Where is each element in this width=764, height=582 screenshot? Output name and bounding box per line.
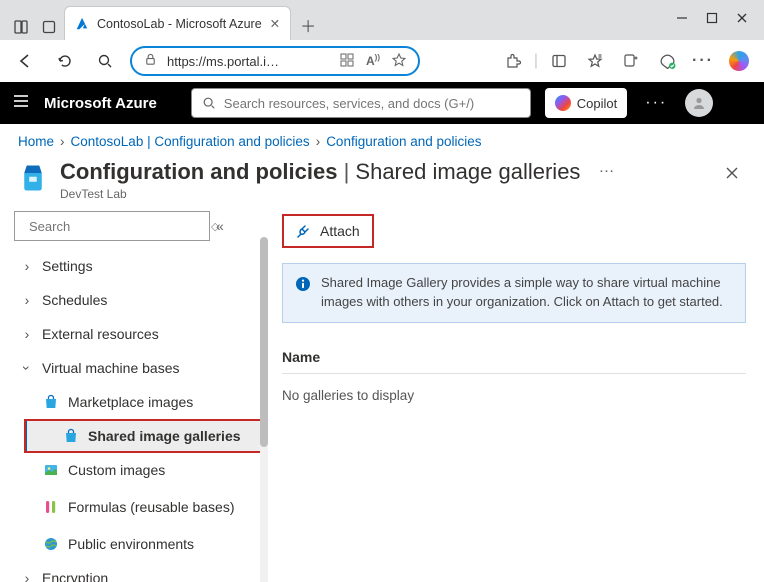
workspaces-icon[interactable]: [8, 14, 34, 40]
chevron-right-icon: ›: [20, 327, 34, 341]
collections-icon[interactable]: [36, 14, 62, 40]
sidebar-item-encryption[interactable]: ›Encryption: [14, 561, 268, 582]
sidebar-item-public-environments[interactable]: Public environments: [38, 527, 268, 561]
test-tubes-icon: [42, 498, 60, 516]
global-search-input[interactable]: [224, 96, 520, 111]
favorites-bar-icon[interactable]: [580, 46, 610, 76]
back-button[interactable]: [10, 46, 40, 76]
copilot-icon: [555, 95, 571, 111]
page-title: Configuration and policies | Shared imag…: [60, 159, 580, 185]
new-tab-button[interactable]: ＋: [293, 10, 323, 40]
main-content: Attach Shared Image Gallery provides a s…: [268, 211, 764, 582]
brand-label[interactable]: Microsoft Azure: [44, 95, 157, 112]
sidebar-item-formulas[interactable]: Formulas (reusable bases): [38, 487, 268, 527]
minimize-icon[interactable]: [676, 11, 688, 29]
sidebar-item-custom-images[interactable]: Custom images: [38, 453, 268, 487]
sidebar-menu: ›Settings ›Schedules ›External resources…: [14, 249, 268, 582]
breadcrumb: Home › ContosoLab | Configuration and po…: [0, 124, 764, 153]
header-more-icon[interactable]: ···: [641, 88, 671, 118]
maximize-icon[interactable]: [706, 11, 718, 29]
info-text: Shared Image Gallery provides a simple w…: [321, 274, 733, 312]
sidebar-item-settings[interactable]: ›Settings: [14, 249, 268, 283]
close-tab-icon[interactable]: ✕: [270, 16, 280, 31]
chevron-right-icon: ›: [20, 293, 34, 307]
copilot-browser-icon[interactable]: [724, 46, 754, 76]
blade-more-icon[interactable]: …: [592, 159, 620, 177]
chevron-right-icon: ›: [316, 134, 321, 149]
command-bar: Attach: [282, 211, 746, 251]
browser-chrome: ContosoLab - Microsoft Azure ✕ ＋ https:/…: [0, 0, 764, 82]
more-icon[interactable]: ···: [688, 46, 718, 76]
sidebar-toggle-icon[interactable]: [544, 46, 574, 76]
favorite-icon[interactable]: [392, 53, 406, 70]
bag-icon: [42, 393, 60, 411]
breadcrumb-link[interactable]: ContosoLab | Configuration and policies: [71, 134, 310, 149]
sidebar-item-schedules[interactable]: ›Schedules: [14, 283, 268, 317]
search-button[interactable]: [90, 46, 120, 76]
breadcrumb-link[interactable]: Home: [18, 134, 54, 149]
lock-icon: [144, 53, 157, 69]
sidebar-item-shared-image-galleries[interactable]: Shared image galleries: [24, 419, 268, 453]
collections-add-icon[interactable]: [616, 46, 646, 76]
copilot-button[interactable]: Copilot: [545, 88, 627, 118]
menu-icon[interactable]: [12, 92, 30, 115]
sidebar-search[interactable]: ◇: [14, 211, 210, 241]
tab-strip: ContosoLab - Microsoft Azure ✕ ＋: [0, 0, 764, 40]
sidebar-item-vm-bases[interactable]: ›Virtual machine bases: [14, 351, 268, 385]
azure-header: Microsoft Azure Copilot ···: [0, 82, 764, 124]
performance-icon[interactable]: [652, 46, 682, 76]
refresh-button[interactable]: [50, 46, 80, 76]
global-search[interactable]: [191, 88, 531, 118]
plug-icon: [296, 223, 312, 239]
url-text: https://ms.portal.i…: [167, 54, 279, 69]
search-icon: [202, 96, 216, 110]
close-blade-icon[interactable]: [718, 159, 746, 187]
bag-icon: [62, 427, 80, 445]
collapse-sidebar-icon[interactable]: «: [216, 218, 224, 234]
sidebar-item-external-resources[interactable]: ›External resources: [14, 317, 268, 351]
scrollbar[interactable]: [260, 241, 268, 582]
extensions-icon[interactable]: [498, 46, 528, 76]
resource-type-label: DevTest Lab: [60, 187, 580, 201]
avatar[interactable]: [685, 89, 713, 117]
chevron-right-icon: ›: [20, 259, 34, 273]
address-bar[interactable]: https://ms.portal.i… A)): [130, 46, 420, 76]
photo-icon: [42, 461, 60, 479]
text-size-icon[interactable]: A)): [366, 53, 380, 70]
sidebar: ◇ « ›Settings ›Schedules ›External resou…: [0, 211, 268, 582]
browser-toolbar: https://ms.portal.i… A)) | ···: [0, 40, 764, 82]
apps-icon[interactable]: [340, 53, 354, 70]
chevron-right-icon: ›: [60, 134, 65, 149]
sidebar-item-marketplace-images[interactable]: Marketplace images: [38, 385, 268, 419]
attach-button[interactable]: Attach: [282, 214, 374, 248]
close-window-icon[interactable]: [736, 11, 748, 29]
info-banner: Shared Image Gallery provides a simple w…: [282, 263, 746, 323]
chevron-right-icon: ›: [20, 571, 34, 582]
chevron-down-icon: ›: [20, 361, 34, 375]
sidebar-search-input[interactable]: [29, 219, 205, 234]
column-header-name[interactable]: Name: [282, 349, 746, 374]
browser-tab[interactable]: ContosoLab - Microsoft Azure ✕: [64, 6, 291, 40]
globe-icon: [42, 535, 60, 553]
empty-state-text: No galleries to display: [282, 388, 746, 403]
azure-icon: [75, 17, 89, 31]
blade-header: Configuration and policies | Shared imag…: [0, 153, 764, 211]
devtest-lab-icon: [18, 163, 48, 193]
tab-title: ContosoLab - Microsoft Azure: [97, 17, 262, 31]
copilot-label: Copilot: [577, 96, 617, 111]
breadcrumb-link[interactable]: Configuration and policies: [326, 134, 481, 149]
info-icon: [295, 276, 311, 292]
